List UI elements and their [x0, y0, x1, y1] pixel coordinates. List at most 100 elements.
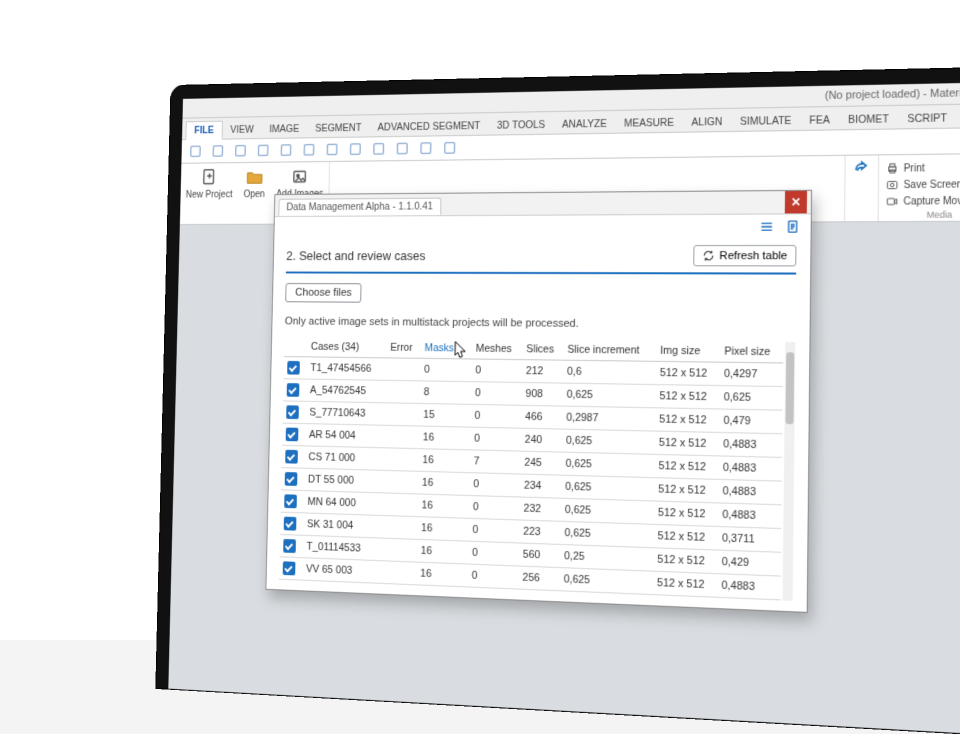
toolbar-icon[interactable] — [302, 142, 317, 157]
menu-icon[interactable] — [759, 219, 775, 235]
cell-slices: 212 — [522, 360, 563, 383]
cell-pixel-size: 0,4883 — [717, 574, 781, 600]
ribbon-tab-analyze[interactable]: ANALYZE — [553, 115, 615, 134]
document-icon[interactable] — [785, 218, 801, 234]
col-cases[interactable]: Cases (34) — [307, 337, 387, 358]
cell-error — [383, 516, 418, 540]
toolbar-icon[interactable] — [256, 143, 270, 158]
row-checkbox[interactable] — [284, 517, 297, 531]
cell-img-size: 512 x 512 — [655, 454, 719, 479]
dialog-titlebar[interactable]: Data Management Alpha - 1.1.0.41 ✕ — [275, 191, 811, 217]
ribbon-tab-segment[interactable]: SEGMENT — [307, 119, 370, 137]
ribbon-tab-advanced-segment[interactable]: ADVANCED SEGMENT — [369, 117, 488, 136]
cell-masks: 15 — [419, 403, 471, 427]
monitor: (No project loaded) - Materialise Mimics… — [156, 66, 960, 734]
toolbar-icon[interactable] — [442, 140, 457, 156]
scrollbar-thumb[interactable] — [785, 352, 794, 424]
cell-meshes: 0 — [469, 495, 520, 519]
sort-asc-icon: ↑ — [457, 344, 462, 355]
cell-img-size: 512 x 512 — [655, 408, 719, 433]
cell-name: SK 31 004 — [303, 513, 383, 538]
close-icon[interactable]: ✕ — [785, 191, 807, 214]
cell-error — [382, 561, 417, 585]
ribbon-tab-my-tab[interactable]: MY TAB — [956, 108, 960, 128]
toolbar-icon[interactable] — [325, 142, 340, 158]
col-slice-increment[interactable]: Slice increment — [563, 340, 656, 362]
toolbar-icon[interactable] — [188, 144, 202, 159]
col-slices[interactable]: Slices — [522, 339, 563, 360]
save-screenshot-button[interactable]: Save Screenshot — [885, 177, 960, 192]
table-scrollbar[interactable] — [783, 342, 796, 601]
cell-error — [384, 448, 419, 471]
cell-masks: 8 — [420, 381, 472, 405]
toolbar-icon[interactable] — [418, 140, 433, 156]
cell-name: CS 71 000 — [305, 446, 385, 470]
row-checkbox[interactable] — [286, 428, 299, 442]
cell-slice-inc: 0,625 — [563, 383, 656, 408]
ribbon-tab-3d-tools[interactable]: 3D TOOLS — [488, 116, 553, 135]
step-row: 2. Select and review cases Refresh table — [286, 243, 797, 275]
cell-name: DT 55 000 — [304, 468, 384, 493]
cell-error — [386, 358, 421, 381]
toolbar-icon[interactable] — [371, 141, 386, 157]
cell-img-size: 512 x 512 — [653, 571, 718, 597]
cell-pixel-size: 0,4883 — [719, 456, 782, 481]
choose-files-button[interactable]: Choose files — [285, 283, 362, 303]
share-icon[interactable] — [851, 160, 872, 181]
screen: (No project loaded) - Materialise Mimics… — [168, 81, 960, 734]
col-error[interactable]: Error — [386, 338, 421, 358]
cell-slices: 256 — [519, 566, 561, 591]
cell-slice-inc: 0,625 — [560, 568, 654, 595]
ribbon-tab-script[interactable]: SCRIPT — [898, 109, 956, 128]
cell-slice-inc: 0,2987 — [562, 406, 655, 431]
toolbar-icon[interactable] — [395, 141, 410, 157]
cell-error — [385, 403, 420, 426]
row-checkbox[interactable] — [284, 494, 297, 508]
cell-meshes: 0 — [471, 382, 522, 406]
col-pixel-size[interactable]: Pixel size — [720, 341, 783, 363]
row-checkbox[interactable] — [285, 472, 298, 486]
row-checkbox[interactable] — [286, 405, 299, 419]
cell-slice-inc: 0,625 — [561, 475, 654, 501]
data-management-dialog: Data Management Alpha - 1.1.0.41 ✕ 2. Se… — [265, 190, 812, 613]
toolbar-icon[interactable] — [233, 143, 247, 158]
cell-img-size: 512 x 512 — [653, 548, 718, 574]
row-checkbox[interactable] — [283, 539, 296, 553]
open-button[interactable]: Open — [237, 166, 271, 200]
ribbon-tab-file[interactable]: FILE — [185, 121, 222, 140]
ribbon-group-media: Print Save Screenshot Capture Movie Medi… — [879, 154, 960, 221]
row-checkbox[interactable] — [285, 450, 298, 464]
ribbon-tab-simulate[interactable]: SIMULATE — [731, 112, 800, 131]
ribbon-tab-image[interactable]: IMAGE — [261, 120, 307, 138]
row-checkbox[interactable] — [287, 361, 300, 375]
media-group-label: Media — [885, 209, 960, 220]
cell-masks: 16 — [417, 517, 469, 542]
cell-error — [385, 425, 420, 448]
cell-img-size: 512 x 512 — [656, 385, 720, 409]
dialog-title: Data Management Alpha - 1.1.0.41 — [278, 198, 441, 216]
hint-text: Only active image sets in multistack pro… — [285, 316, 796, 332]
col-meshes[interactable]: Meshes — [472, 339, 523, 360]
new-project-button[interactable]: New Project — [186, 167, 233, 201]
ribbon-tab-biomet[interactable]: BIOMET — [839, 110, 898, 129]
toolbar-icon[interactable] — [348, 141, 363, 157]
ribbon-tab-fea[interactable]: FEA — [800, 111, 839, 130]
cell-slices: 232 — [520, 497, 561, 521]
ribbon-tab-view[interactable]: VIEW — [222, 121, 261, 139]
ribbon-tab-align[interactable]: ALIGN — [683, 113, 732, 132]
ribbon-tab-measure[interactable]: MEASURE — [615, 114, 683, 133]
print-button[interactable]: Print — [885, 160, 960, 175]
toolbar-icon[interactable] — [211, 143, 225, 158]
col-img-size[interactable]: Img size — [656, 341, 720, 362]
col-masks[interactable]: Masks ↑ — [421, 338, 473, 359]
toolbar-icon[interactable] — [279, 142, 293, 157]
row-checkbox[interactable] — [283, 561, 296, 575]
cell-name: AR 54 004 — [305, 424, 385, 448]
col-masks-label: Masks — [424, 342, 453, 354]
row-checkbox[interactable] — [287, 383, 300, 397]
cell-slices: 240 — [521, 428, 562, 452]
refresh-table-button[interactable]: Refresh table — [693, 245, 797, 266]
capture-movie-button[interactable]: Capture Movie — [885, 194, 960, 209]
cell-name: A_54762545 — [306, 379, 386, 403]
cell-slices: 908 — [522, 382, 563, 406]
